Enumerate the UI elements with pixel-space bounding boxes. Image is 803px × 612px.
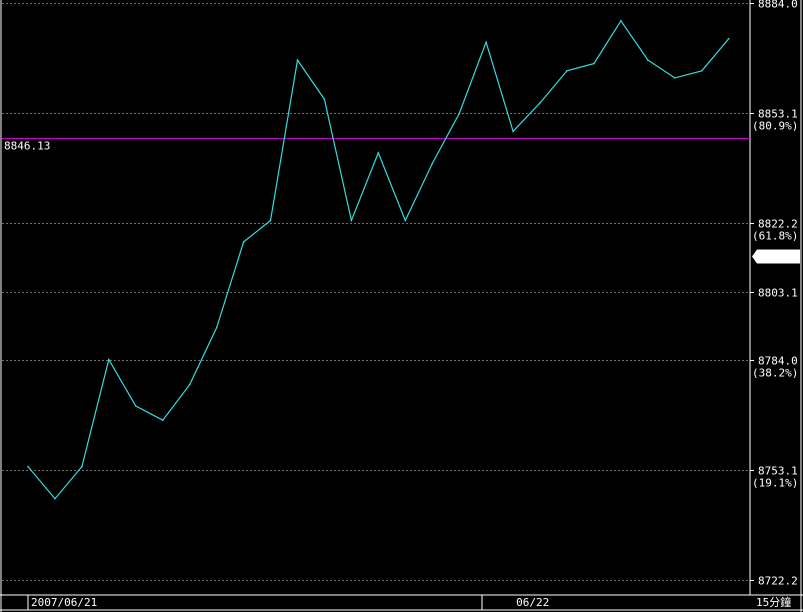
- price-point: [566, 70, 568, 72]
- y-tick-label: 8803.1: [758, 287, 798, 300]
- price-point: [296, 59, 299, 61]
- price-point: [135, 405, 137, 407]
- price-point: [647, 59, 649, 61]
- price-point: [215, 326, 218, 329]
- price-point: [81, 465, 83, 468]
- price-point: [701, 70, 703, 72]
- price-point: [458, 112, 461, 115]
- price-point: [54, 497, 56, 500]
- price-point: [242, 241, 245, 243]
- y-tick-percent: (61.8%): [752, 230, 798, 243]
- price-point: [593, 62, 595, 65]
- price-series-line: [27, 19, 730, 500]
- y-tick-label: 8722.2: [758, 575, 798, 588]
- last-price-label: 8812.9: [758, 251, 798, 264]
- y-tick-percent: (38.2%): [752, 367, 798, 380]
- period-label: 15分鐘: [756, 595, 791, 609]
- price-point: [431, 162, 434, 165]
- price-point: [539, 102, 541, 104]
- price-point: [323, 98, 326, 101]
- chart-window: 8846.13 8884.0 8853.1 (80.9%) 8822.2 (61.8%)…: [0, 0, 803, 612]
- price-point: [377, 152, 380, 154]
- y-tick-percent: (80.9%): [752, 120, 798, 133]
- price-point: [350, 219, 353, 222]
- y-tick-label: 8884.0: [758, 0, 798, 11]
- x-axis-label: 2007/06/21: [31, 596, 97, 609]
- price-point: [485, 41, 487, 43]
- reference-line-label: 8846.13: [4, 140, 50, 153]
- price-point: [269, 219, 272, 222]
- price-point: [620, 20, 622, 22]
- price-point: [188, 383, 191, 386]
- price-chart: 8846.13 8884.08853.1(80.9%)8822.2(61.8%)…: [0, 0, 803, 612]
- y-tick-percent: (19.1%): [752, 477, 798, 490]
- price-point: [727, 37, 730, 40]
- price-point: [404, 219, 407, 222]
- price-point: [512, 130, 514, 133]
- price-point: [108, 358, 110, 361]
- price-point: [162, 419, 164, 422]
- price-point: [674, 77, 676, 79]
- x-axis-label: 06/22: [516, 596, 549, 609]
- price-point: [27, 465, 29, 468]
